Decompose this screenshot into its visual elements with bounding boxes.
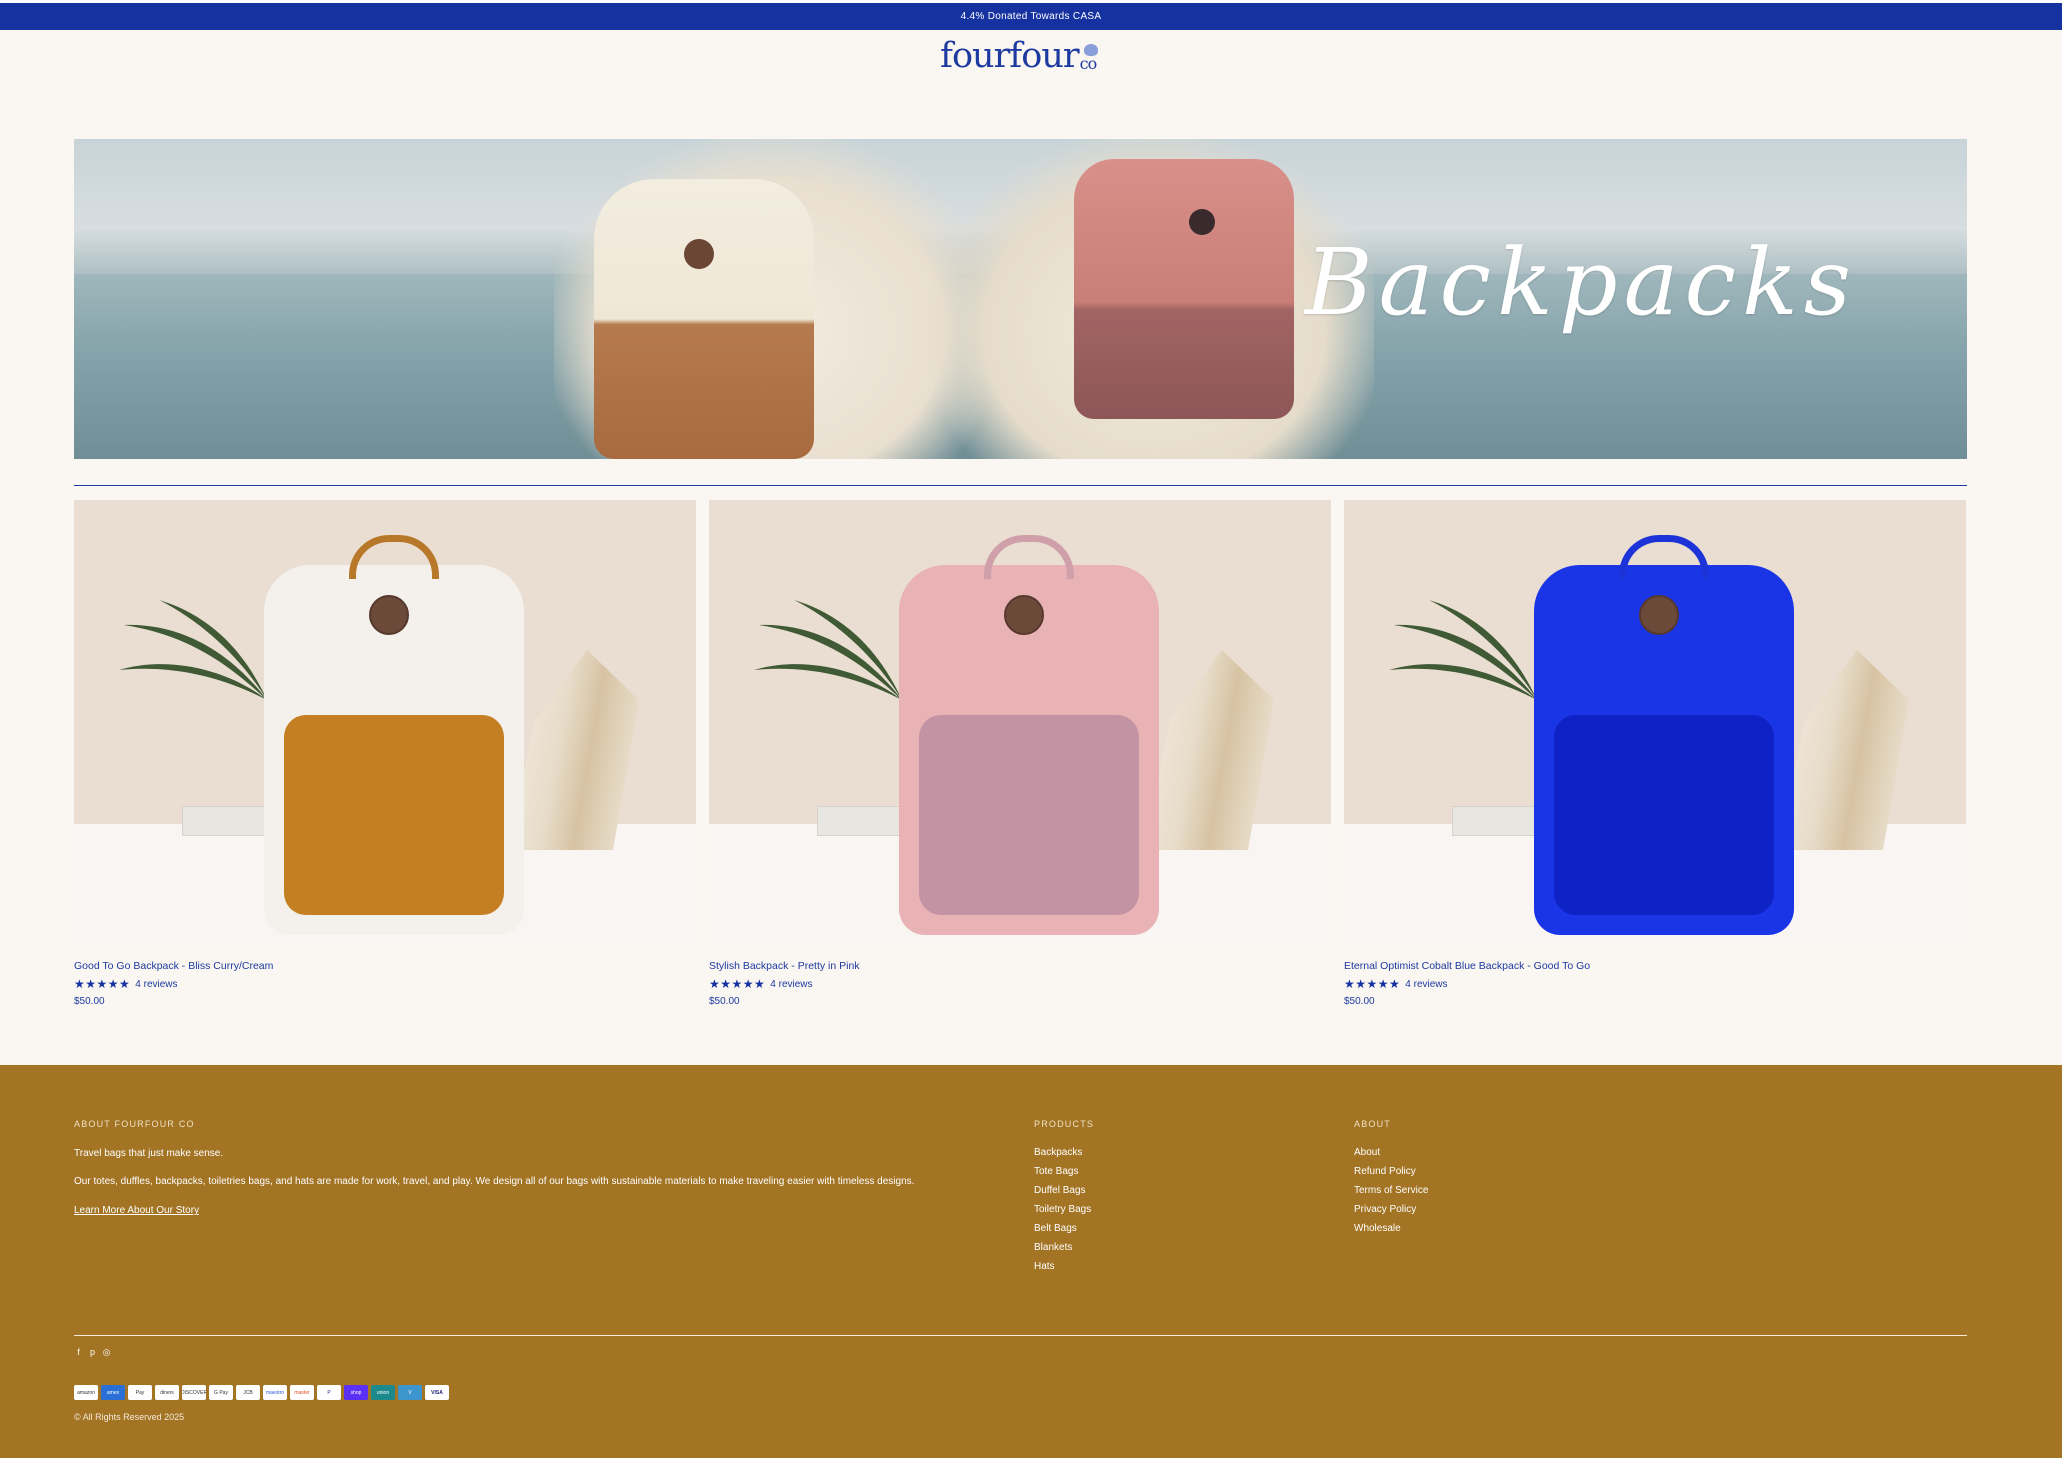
logo-suffix-text: co (1079, 54, 1098, 73)
product-title[interactable]: Eternal Optimist Cobalt Blue Backpack - … (1344, 960, 1966, 972)
product-rating: ★★★★★ 4 reviews (74, 977, 696, 991)
star-rating-icon: ★★★★★ (709, 977, 766, 991)
footer-link-backpacks[interactable]: Backpacks (1034, 1147, 1314, 1158)
footer-link-tote-bags[interactable]: Tote Bags (1034, 1166, 1314, 1177)
site-footer: ABOUT FOURFOUR CO Travel bags that just … (0, 1065, 2062, 1458)
review-count: 4 reviews (1405, 978, 1448, 990)
review-count: 4 reviews (135, 978, 178, 990)
backpack (264, 535, 524, 935)
footer-link-wholesale[interactable]: Wholesale (1354, 1223, 1634, 1234)
apple-pay-icon: Pay (128, 1385, 152, 1400)
footer-description: Our totes, duffles, backpacks, toiletrie… (74, 1176, 915, 1187)
footer-about-menu-heading: ABOUT (1354, 1119, 1392, 1129)
payment-methods: amazon amex Pay diners DISCOVER G Pay JC… (74, 1385, 449, 1400)
announcement-text: 4.4% Donated Towards CASA (960, 11, 1102, 22)
product-title[interactable]: Stylish Backpack - Pretty in Pink (709, 960, 1331, 972)
logo-text: fourfour (940, 36, 1080, 76)
backpack (899, 535, 1159, 935)
product-image[interactable] (709, 500, 1331, 947)
product-title[interactable]: Good To Go Backpack - Bliss Curry/Cream (74, 960, 696, 972)
amazon-pay-icon: amazon (74, 1385, 98, 1400)
diners-club-icon: diners (155, 1385, 179, 1400)
facebook-icon[interactable]: f (74, 1348, 83, 1357)
bag-handle (349, 535, 439, 579)
footer-tagline: Travel bags that just make sense. (74, 1148, 224, 1159)
maestro-icon: maestro (263, 1385, 287, 1400)
footer-link-blankets[interactable]: Blankets (1034, 1242, 1314, 1253)
google-pay-icon: G Pay (209, 1385, 233, 1400)
backpack (1534, 535, 1794, 935)
product-price: $50.00 (1344, 996, 1375, 1007)
mastercard-icon: master (290, 1385, 314, 1400)
footer-products-heading: PRODUCTS (1034, 1119, 1095, 1129)
footer-link-belt-bags[interactable]: Belt Bags (1034, 1223, 1314, 1234)
bag-handle (984, 535, 1074, 579)
footer-products-column: PRODUCTS Backpacks Tote Bags Duffel Bags… (1034, 1119, 1314, 1280)
bag-logo-badge (1639, 595, 1679, 635)
product-image[interactable] (74, 500, 696, 947)
image-marble (1144, 650, 1274, 850)
footer-about-column: ABOUT FOURFOUR CO Travel bags that just … (74, 1119, 1014, 1216)
social-links: f p ◎ (74, 1348, 111, 1357)
paypal-icon: P (317, 1385, 341, 1400)
product-image[interactable] (1344, 500, 1966, 947)
product-card[interactable]: Stylish Backpack - Pretty in Pink ★★★★★ … (709, 500, 1331, 1007)
product-card[interactable]: Good To Go Backpack - Bliss Curry/Cream … (74, 500, 696, 1007)
bag-logo-badge (369, 595, 409, 635)
jcb-icon: JCB (236, 1385, 260, 1400)
review-count: 4 reviews (770, 978, 813, 990)
discover-icon: DISCOVER (182, 1385, 206, 1400)
footer-products-menu: Backpacks Tote Bags Duffel Bags Toiletry… (1034, 1147, 1314, 1272)
image-marble (1779, 650, 1909, 850)
footer-link-about[interactable]: About (1354, 1147, 1634, 1158)
product-price: $50.00 (74, 996, 105, 1007)
product-price: $50.00 (709, 996, 740, 1007)
section-divider (74, 485, 1967, 486)
palm-leaf-icon (1389, 600, 1537, 700)
collection-hero-banner: Backpacks (74, 139, 1967, 459)
visa-icon: VISA (425, 1385, 449, 1400)
star-rating-icon: ★★★★★ (1344, 977, 1401, 991)
image-marble (509, 650, 639, 850)
logo-mark-icon (1083, 44, 1098, 56)
announcement-bar: 4.4% Donated Towards CASA (0, 3, 2062, 30)
hero-bag-badge (1189, 209, 1215, 235)
star-rating-icon: ★★★★★ (74, 977, 131, 991)
hero-bag-badge (684, 239, 714, 269)
palm-leaf-icon (754, 600, 902, 700)
venmo-icon: V (398, 1385, 422, 1400)
footer-link-privacy[interactable]: Privacy Policy (1354, 1204, 1634, 1215)
bag-front-pocket (1554, 715, 1774, 915)
copyright: © All Rights Reserved 2025 (74, 1412, 185, 1422)
footer-link-terms[interactable]: Terms of Service (1354, 1185, 1634, 1196)
footer-link-toiletry-bags[interactable]: Toiletry Bags (1034, 1204, 1314, 1215)
product-card[interactable]: Eternal Optimist Cobalt Blue Backpack - … (1344, 500, 1966, 1007)
logo-suffix: co (1079, 44, 1098, 73)
hero-backpack-cream (594, 179, 814, 459)
learn-more-link[interactable]: Learn More About Our Story (74, 1205, 1014, 1216)
palm-leaf-icon (119, 600, 267, 700)
hero-backpack-pink (1074, 159, 1294, 419)
footer-link-duffel-bags[interactable]: Duffel Bags (1034, 1185, 1314, 1196)
footer-link-hats[interactable]: Hats (1034, 1261, 1314, 1272)
product-rating: ★★★★★ 4 reviews (1344, 977, 1966, 991)
union-pay-icon: union (371, 1385, 395, 1400)
instagram-icon[interactable]: ◎ (102, 1348, 111, 1357)
footer-about-menu-column: ABOUT About Refund Policy Terms of Servi… (1354, 1119, 1634, 1242)
bag-logo-badge (1004, 595, 1044, 635)
hero-title: Backpacks (1305, 229, 1857, 336)
footer-divider (74, 1335, 1967, 1336)
brand-logo[interactable]: fourfour co (940, 36, 1098, 76)
bag-front-pocket (284, 715, 504, 915)
footer-about-heading: ABOUT FOURFOUR CO (74, 1119, 195, 1129)
bag-handle (1619, 535, 1709, 579)
footer-link-refund-policy[interactable]: Refund Policy (1354, 1166, 1634, 1177)
amex-icon: amex (101, 1385, 125, 1400)
pinterest-icon[interactable]: p (88, 1348, 97, 1357)
product-rating: ★★★★★ 4 reviews (709, 977, 1331, 991)
bag-front-pocket (919, 715, 1139, 915)
footer-about-menu: About Refund Policy Terms of Service Pri… (1354, 1147, 1634, 1234)
shop-pay-icon: shop (344, 1385, 368, 1400)
